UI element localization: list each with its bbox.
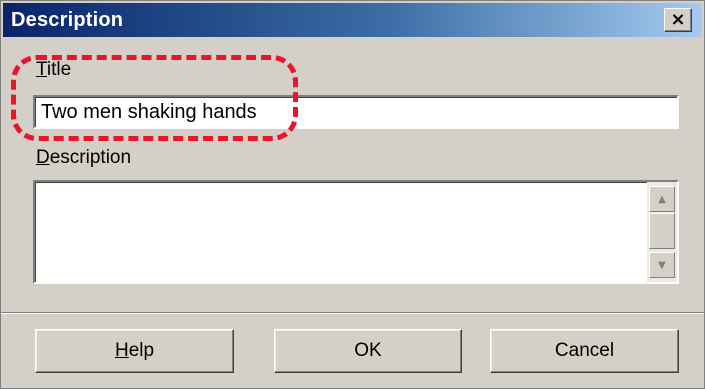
description-label-mnemonic: D	[36, 147, 50, 168]
description-textarea[interactable]	[35, 182, 635, 282]
description-label-rest: escription	[49, 147, 132, 168]
description-label: Description	[36, 147, 131, 169]
button-separator	[1, 312, 704, 314]
close-button[interactable]: ×	[664, 8, 692, 32]
description-scrollbar[interactable]: ▲ ▼	[647, 182, 677, 282]
scroll-up-button[interactable]: ▲	[649, 186, 675, 212]
title-bar[interactable]: Description ×	[3, 3, 702, 37]
title-label-rest: itle	[46, 59, 72, 80]
help-mnemonic: H	[114, 340, 129, 361]
description-dialog: Description × Title Description ▲ ▼ Help…	[0, 0, 705, 389]
help-button[interactable]: Help	[35, 329, 234, 373]
window-title: Description	[11, 9, 124, 31]
title-input[interactable]	[33, 95, 679, 129]
arrow-up-icon: ▲	[658, 193, 666, 205]
arrow-down-icon: ▼	[658, 259, 666, 271]
cancel-button[interactable]: Cancel	[490, 329, 679, 373]
description-area: ▲ ▼	[33, 180, 679, 284]
ok-button[interactable]: OK	[274, 329, 462, 373]
title-label-mnemonic: T	[36, 59, 47, 80]
scroll-down-button[interactable]: ▼	[649, 252, 675, 278]
close-icon: ×	[670, 9, 686, 30]
title-label: Title	[36, 59, 71, 81]
help-label-rest: elp	[128, 340, 155, 361]
scroll-thumb[interactable]	[649, 213, 675, 249]
